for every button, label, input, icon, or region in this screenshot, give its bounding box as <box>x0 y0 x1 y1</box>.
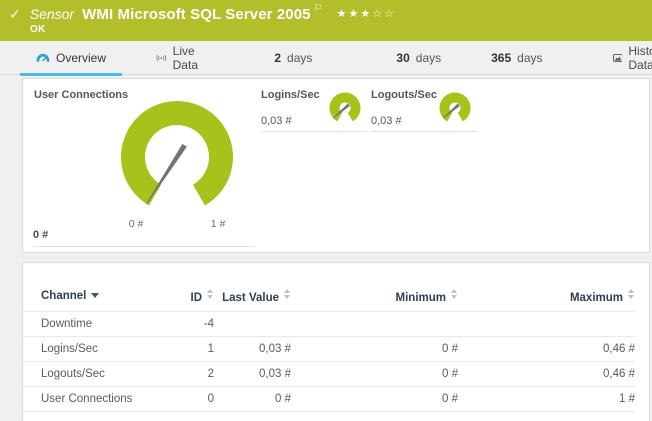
sort-desc-icon <box>91 293 99 298</box>
cell-id: 0 <box>163 387 214 412</box>
small-gauge-value: 0,03 # <box>261 115 292 127</box>
column-header-minimum[interactable]: Minimum <box>291 263 458 312</box>
tab-30-days[interactable]: 30 days <box>380 41 457 75</box>
sensor-status-text: OK <box>30 24 46 35</box>
cell-channel[interactable]: Logouts/Sec <box>23 362 163 387</box>
cell-last-value: 0 # <box>214 387 291 412</box>
tab-live-data[interactable]: Live Data <box>140 41 220 75</box>
tab-2-days[interactable]: 2 days <box>258 41 328 75</box>
column-label: ID <box>191 292 203 304</box>
sensor-header-bar: Sensor WMI Microsoft SQL Server 2005 OK <box>0 0 652 41</box>
cell-channel[interactable]: User Connections <box>23 387 163 412</box>
table-row-downtime[interactable]: Downtime -4 <box>23 312 635 337</box>
sort-icon <box>284 289 291 299</box>
logins-gauge <box>327 91 363 125</box>
star-empty-icon[interactable] <box>372 8 384 20</box>
cell-maximum <box>458 312 635 337</box>
sensor-title: WMI Microsoft SQL Server 2005 <box>82 6 311 23</box>
channel-table: Channel ID Last Value Minimum Maximum Do… <box>23 263 635 412</box>
cell-channel[interactable]: Downtime <box>23 312 163 337</box>
star-filled-icon[interactable] <box>348 8 360 20</box>
priority-stars[interactable] <box>337 7 396 20</box>
tab-days-number: 2 <box>274 51 281 65</box>
gauge-scale-max: 1 # <box>200 218 236 230</box>
small-gauges: Logins/Sec 0,03 # Logouts/Sec 0,03 # <box>261 89 477 132</box>
small-gauge-title: Logins/Sec <box>261 89 320 101</box>
column-header-channel[interactable]: Channel <box>23 263 163 312</box>
live-data-icon <box>156 52 167 64</box>
main-gauge-current-value: 0 # <box>33 229 48 241</box>
cell-minimum: 0 # <box>291 387 458 412</box>
column-label: Last Value <box>222 292 279 304</box>
star-empty-icon[interactable] <box>384 8 396 20</box>
small-gauge-value: 0,03 # <box>371 115 402 127</box>
divider <box>33 246 255 247</box>
column-label: Maximum <box>570 292 623 304</box>
gauge-scale-min: 0 # <box>118 218 154 230</box>
cell-last-value: 0,03 # <box>214 337 291 362</box>
cell-id: 2 <box>163 362 214 387</box>
sensor-type-label: Sensor <box>30 6 74 22</box>
gauge-icon <box>36 52 50 64</box>
table-header-row: Channel ID Last Value Minimum Maximum <box>23 263 635 312</box>
cell-minimum: 0 # <box>291 362 458 387</box>
sort-icon <box>451 289 458 299</box>
tab-days-unit: days <box>287 51 312 65</box>
cell-last-value <box>214 312 291 337</box>
tab-365-days[interactable]: 365 days <box>475 41 558 75</box>
tab-days-unit: days <box>517 51 542 65</box>
status-ok-check-icon <box>9 6 21 23</box>
cell-id: -4 <box>163 312 214 337</box>
tab-label: Live Data <box>173 44 205 72</box>
cell-last-value: 0,03 # <box>214 362 291 387</box>
tab-days-unit: days <box>416 51 441 65</box>
table-row-logins-sec[interactable]: Logins/Sec 1 0,03 # 0 # 0,46 # <box>23 337 635 362</box>
sort-icon <box>207 289 214 299</box>
sort-icon <box>628 289 635 299</box>
column-label: Channel <box>41 290 86 302</box>
historic-data-icon <box>613 52 623 64</box>
table-row-user-connections[interactable]: User Connections 0 0 # 0 # 1 # <box>23 387 635 412</box>
cell-minimum: 0 # <box>291 337 458 362</box>
star-filled-icon[interactable] <box>360 8 372 20</box>
column-header-last-value[interactable]: Last Value <box>214 263 291 312</box>
column-label: Minimum <box>396 292 446 304</box>
cell-maximum: 0,46 # <box>458 362 635 387</box>
tab-historic-data[interactable]: Historic Data <box>597 41 652 75</box>
gauge-needle <box>146 144 187 204</box>
tab-label: Overview <box>56 51 106 65</box>
overview-panel: User Connections 0 # 1 # 0 # Logins/Sec … <box>22 78 650 253</box>
channel-table-panel: Channel ID Last Value Minimum Maximum Do… <box>22 262 650 421</box>
cell-channel[interactable]: Logins/Sec <box>23 337 163 362</box>
column-header-maximum[interactable]: Maximum <box>458 263 635 312</box>
gauge-cell-logins: Logins/Sec 0,03 # <box>261 89 367 132</box>
logouts-gauge <box>437 91 473 125</box>
tab-days-number: 30 <box>396 51 409 65</box>
cell-maximum: 0,46 # <box>458 337 635 362</box>
tab-bar: Overview Live Data 2 days 30 days 365 da… <box>0 41 652 75</box>
cell-id: 1 <box>163 337 214 362</box>
tab-days-number: 365 <box>491 51 511 65</box>
small-gauge-title: Logouts/Sec <box>371 89 437 101</box>
tab-label: Historic Data <box>628 44 652 72</box>
table-row-logouts-sec[interactable]: Logouts/Sec 2 0,03 # 0 # 0,46 # <box>23 362 635 387</box>
star-filled-icon[interactable] <box>337 8 349 20</box>
tab-overview[interactable]: Overview <box>20 41 122 75</box>
user-connections-gauge <box>111 91 243 223</box>
cell-minimum <box>291 312 458 337</box>
cell-maximum: 1 # <box>458 387 635 412</box>
priority-flag-icon <box>314 3 323 14</box>
gauge-cell-logouts: Logouts/Sec 0,03 # <box>371 89 477 132</box>
column-header-id[interactable]: ID <box>163 263 214 312</box>
